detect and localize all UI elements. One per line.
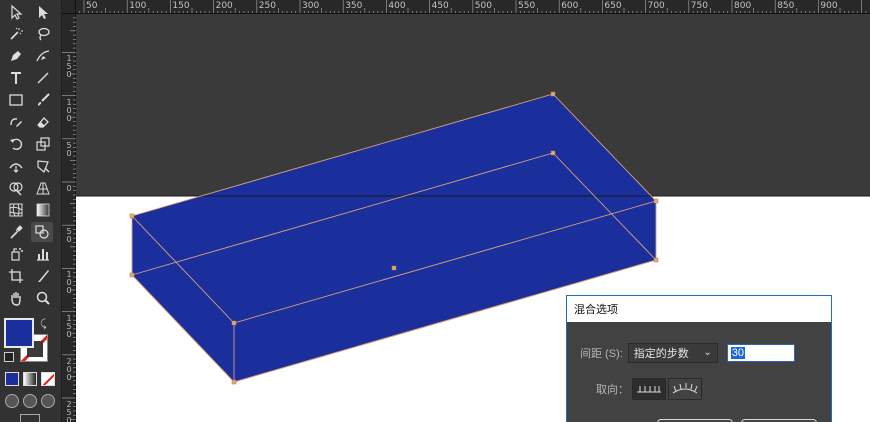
pen-tool-icon[interactable] (5, 46, 27, 66)
horizontal-ruler-label: 600 (561, 1, 579, 11)
horizontal-ruler-label: 300 (302, 1, 320, 11)
horizontal-ruler-label: 250 (258, 1, 276, 11)
hand-tool-icon[interactable] (5, 288, 27, 308)
paintbrush-tool-icon[interactable] (32, 90, 54, 110)
horizontal-ruler: 50 100 150 200 250 300 350 400 450 500 550 600 650 70… (76, 0, 870, 14)
align-to-page-button[interactable] (632, 378, 666, 400)
draw-behind-icon[interactable] (23, 394, 37, 408)
direct-selection-tool-icon[interactable] (32, 2, 54, 22)
chevron-down-icon: ⌄ (703, 347, 712, 358)
horizontal-ruler-label: 450 (431, 1, 449, 11)
ruler-origin[interactable] (62, 0, 76, 14)
horizontal-ruler-label: 550 (518, 1, 536, 11)
horizontal-ruler-label: 700 (647, 1, 665, 11)
vertical-ruler: 150 100 50 0 50 100 150 200 250 (62, 14, 76, 422)
shape-builder-tool-icon[interactable] (5, 178, 27, 198)
blend-options-dialog: 混合选项 间距 (S): 指定的步数 ⌄ 30 取向： (566, 295, 832, 422)
rectangle-tool-icon[interactable] (5, 90, 27, 110)
horizontal-ruler-label: 350 (345, 1, 363, 11)
horizontal-ruler-label: 400 (388, 1, 406, 11)
spacing-label: 间距 (S): (580, 348, 623, 360)
horizontal-ruler-label: 200 (215, 1, 233, 11)
align-to-path-icon (672, 383, 698, 394)
scale-tool-icon[interactable] (32, 134, 54, 154)
steps-input[interactable]: 30 (726, 344, 795, 362)
vertical-ruler-label: 150 (66, 313, 72, 339)
curvature-tool-icon[interactable] (32, 46, 54, 66)
vertical-ruler-label: 100 (66, 270, 72, 296)
selection-tool-icon[interactable] (5, 2, 27, 22)
vertical-ruler-label: 150 (66, 54, 72, 80)
steps-input-value: 30 (730, 347, 746, 359)
orientation-row: 取向： (596, 378, 702, 400)
vertical-ruler-label: 50 (66, 140, 72, 158)
anchor-point[interactable] (231, 379, 237, 385)
symbol-sprayer-tool-icon[interactable] (5, 244, 27, 264)
slice-tool-icon[interactable] (32, 266, 54, 286)
default-fill-stroke-icon[interactable] (4, 352, 14, 362)
horizontal-ruler-label: 850 (777, 1, 795, 11)
anchor-point[interactable] (550, 91, 556, 97)
swap-fill-stroke-icon[interactable]: ⤹ (40, 318, 52, 330)
horizontal-ruler-label: 50 (86, 1, 98, 11)
anchor-point[interactable] (231, 320, 237, 326)
screen-mode-icon[interactable] (20, 414, 40, 422)
anchor-point[interactable] (653, 257, 659, 263)
anchor-point[interactable] (129, 272, 135, 278)
color-mode-icon[interactable] (5, 372, 19, 386)
none-mode-icon[interactable] (41, 372, 55, 386)
horizontal-ruler-label: 150 (172, 1, 190, 11)
zoom-tool-icon[interactable] (32, 288, 54, 308)
fill-swatch[interactable] (4, 318, 34, 348)
horizontal-ruler-label: 650 (604, 1, 622, 11)
eyedropper-tool-icon[interactable] (5, 222, 27, 242)
type-tool-icon[interactable] (5, 68, 27, 88)
spacing-select[interactable]: 指定的步数 ⌄ (627, 343, 718, 363)
magic-wand-tool-icon[interactable] (5, 24, 27, 44)
center-point[interactable] (391, 265, 397, 271)
orientation-label: 取向： (596, 384, 629, 396)
spacing-row: 间距 (S): 指定的步数 ⌄ 30 (580, 343, 795, 363)
gradient-mode-icon[interactable] (23, 372, 37, 386)
horizontal-ruler-label: 800 (734, 1, 752, 11)
vertical-ruler-label: 200 (66, 356, 72, 382)
draw-inside-icon[interactable] (41, 394, 55, 408)
horizontal-ruler-label: 900 (820, 1, 838, 11)
mesh-tool-icon[interactable] (5, 200, 27, 220)
anchor-point[interactable] (653, 198, 659, 204)
lasso-tool-icon[interactable] (32, 24, 54, 44)
horizontal-ruler-label: 100 (129, 1, 147, 11)
blend-tool-icon[interactable] (31, 222, 53, 242)
anchor-point[interactable] (550, 150, 556, 156)
align-to-path-button[interactable] (668, 378, 702, 400)
vertical-ruler-label: 0 (66, 184, 72, 193)
horizontal-ruler-label: 500 (474, 1, 492, 11)
draw-normal-icon[interactable] (5, 394, 19, 408)
align-to-page-icon (637, 386, 661, 393)
horizontal-ruler-label: 750 (690, 1, 708, 11)
tools-panel: ⤹ (0, 0, 62, 422)
vertical-ruler-label: 250 (66, 400, 72, 422)
line-segment-tool-icon[interactable] (32, 68, 54, 88)
perspective-grid-tool-icon[interactable] (32, 178, 54, 198)
spacing-select-value: 指定的步数 (633, 348, 689, 360)
vertical-ruler-label: 100 (66, 97, 72, 123)
eraser-tool-icon[interactable] (32, 112, 54, 132)
width-tool-icon[interactable] (5, 156, 27, 176)
anchor-point[interactable] (129, 213, 135, 219)
dialog-title[interactable]: 混合选项 (567, 296, 831, 322)
vertical-ruler-label: 50 (66, 227, 72, 245)
gradient-tool-icon[interactable] (32, 200, 54, 220)
artboard-tool-icon[interactable] (5, 266, 27, 286)
shaper-tool-icon[interactable] (5, 112, 27, 132)
illustrator-workspace: ⤹ 50 100 150 200 250 300 350 400 450 500 550 600 650… (0, 0, 870, 422)
rotate-tool-icon[interactable] (5, 134, 27, 154)
column-graph-tool-icon[interactable] (32, 244, 54, 264)
free-transform-tool-icon[interactable] (32, 156, 54, 176)
